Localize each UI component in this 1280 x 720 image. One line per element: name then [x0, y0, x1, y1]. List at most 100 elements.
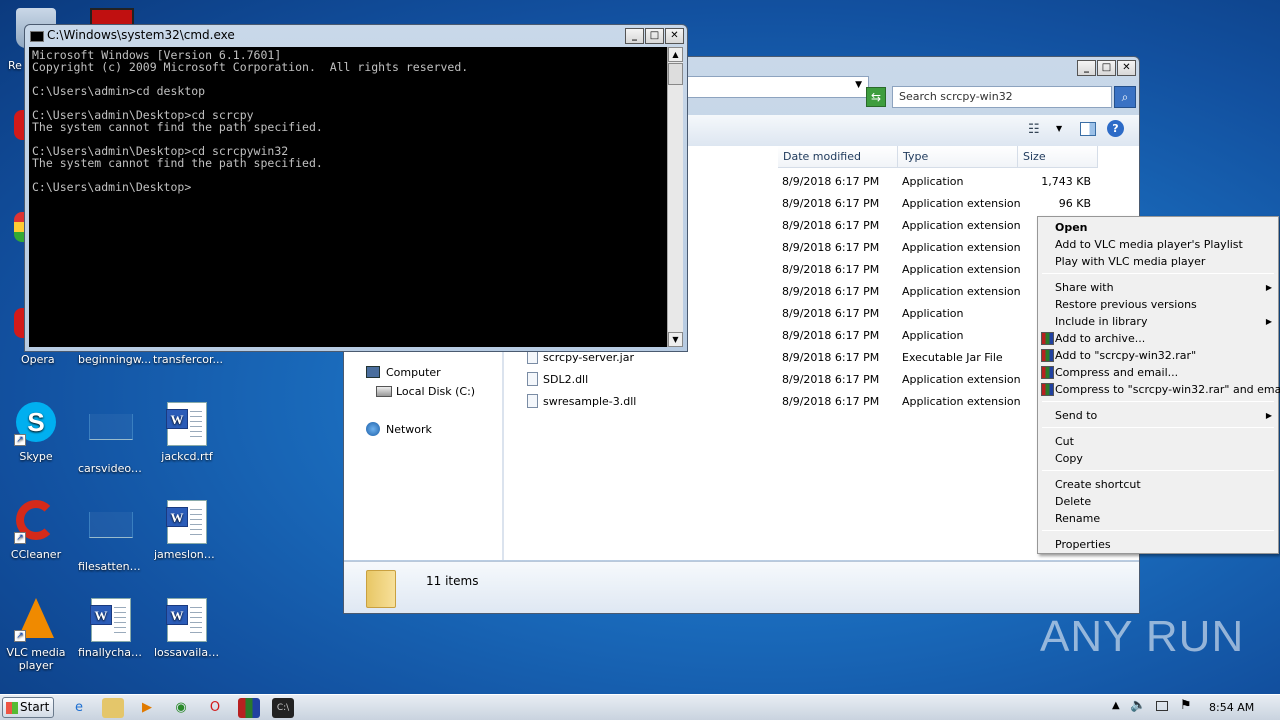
desktop-icon-ccleaner[interactable]: ↗ CCleaner — [3, 500, 69, 561]
chevron-down-icon[interactable]: ▼ — [1056, 124, 1062, 133]
menu-item-compress-email[interactable]: Compress and email... — [1055, 366, 1178, 379]
close-button[interactable]: ✕ — [665, 28, 684, 44]
table-row[interactable]: SDL2.dll 8/9/2018 6:17 PM Application exte… — [344, 369, 1139, 391]
cell-type: Application extension — [902, 395, 1021, 408]
desktop-icon-label: finallychang... — [78, 646, 144, 659]
menu-separator — [1042, 401, 1274, 402]
cell-type: Application — [902, 329, 964, 342]
column-header-date[interactable]: Date modified — [778, 146, 898, 168]
network-icon — [366, 422, 380, 436]
minimize-button[interactable]: _ — [1077, 60, 1096, 76]
image-file-icon — [89, 414, 133, 458]
desktop-icon-label: CCleaner — [10, 548, 62, 561]
cmd-taskbar-icon[interactable]: C:\ — [272, 698, 294, 718]
desktop-icon-label: jackcd.rtf — [161, 450, 213, 463]
desktop-label-transfer: transfercor... — [153, 353, 223, 366]
explorer-icon[interactable] — [102, 698, 124, 718]
cmd-scrollbar[interactable]: ▲ ▼ — [667, 47, 683, 347]
cmd-title: C:\Windows\system32\cmd.exe — [47, 28, 235, 42]
file-icon — [527, 350, 538, 364]
network-tray-icon[interactable] — [1156, 701, 1168, 711]
desktop-icon-vlc[interactable]: ↗ VLC media player — [3, 598, 69, 672]
view-options-icon[interactable]: ☷ — [1028, 122, 1040, 137]
ie-icon[interactable]: e — [68, 698, 90, 718]
cmd-line: The system cannot find the path specifie… — [32, 120, 323, 134]
desktop-icon-carsvideo[interactable]: carsvideo.png — [78, 402, 144, 475]
cmd-window: C:\Windows\system32\cmd.exe _ □ ✕ Micros… — [24, 24, 688, 352]
menu-item-copy[interactable]: Copy — [1055, 452, 1083, 465]
menu-item-vlc-playlist[interactable]: Add to VLC media player's Playlist — [1055, 238, 1243, 251]
cell-name: SDL2.dll — [543, 373, 589, 386]
cmd-line: The system cannot find the path specifie… — [32, 156, 323, 170]
scroll-up-arrow-icon[interactable]: ▲ — [668, 47, 683, 62]
cell-type: Application — [902, 307, 964, 320]
media-player-icon[interactable]: ▶ — [136, 698, 158, 718]
desktop-icon-lossavailabl[interactable]: W lossavailabl... — [154, 598, 220, 659]
menu-item-compress-rar-email[interactable]: Compress to "scrcpy-win32.rar" and email — [1055, 383, 1280, 396]
opera-icon[interactable]: O — [204, 698, 226, 718]
menu-item-open[interactable]: Open — [1055, 221, 1088, 234]
cell-type: Application extension — [902, 285, 1021, 298]
desktop-icon-jackcd[interactable]: W jackcd.rtf — [154, 402, 220, 463]
menu-item-cut[interactable]: Cut — [1055, 435, 1074, 448]
cmd-line: Copyright (c) 2009 Microsoft Corporation… — [32, 60, 469, 74]
cell-type: Executable Jar File — [902, 351, 1003, 364]
winrar-icon[interactable] — [238, 698, 260, 718]
desktop-icon-filesattenti[interactable]: filesattenti... — [78, 500, 144, 573]
cell-name: scrcpy-server.jar — [543, 351, 635, 364]
cmd-console-output[interactable]: Microsoft Windows [Version 6.1.7601] Copy… — [29, 47, 667, 347]
word-document-icon: W — [165, 402, 209, 446]
menu-item-send-to[interactable]: Send to — [1055, 409, 1097, 422]
submenu-arrow-icon: ▶ — [1265, 283, 1272, 292]
menu-item-add-rar[interactable]: Add to "scrcpy-win32.rar" — [1055, 349, 1196, 362]
menu-item-restore[interactable]: Restore previous versions — [1055, 298, 1197, 311]
close-button[interactable]: ✕ — [1117, 60, 1136, 76]
column-header-type[interactable]: Type — [898, 146, 1018, 168]
scroll-thumb[interactable] — [668, 63, 683, 85]
menu-item-vlc-play[interactable]: Play with VLC media player — [1055, 255, 1205, 268]
menu-item-include-library[interactable]: Include in library — [1055, 315, 1147, 328]
cell-date: 8/9/2018 6:17 PM — [782, 395, 880, 408]
speaker-icon[interactable]: 🔈 — [1130, 698, 1146, 713]
details-pane: 11 items — [344, 561, 1139, 613]
nav-item-network[interactable]: Network — [386, 423, 432, 436]
desktop-icon-finallychang[interactable]: W finallychang... — [78, 598, 144, 659]
menu-item-add-archive[interactable]: Add to archive... — [1055, 332, 1145, 345]
cell-date: 8/9/2018 6:17 PM — [782, 263, 880, 276]
anyrun-watermark: ANY RUN — [1040, 612, 1245, 661]
maximize-button[interactable]: □ — [645, 28, 664, 44]
desktop-icon-jameslonger[interactable]: W jameslonger... — [154, 500, 220, 561]
menu-item-delete[interactable]: Delete — [1055, 495, 1091, 508]
menu-item-share-with[interactable]: Share with — [1055, 281, 1114, 294]
search-icon[interactable]: ⌕ — [1114, 86, 1136, 108]
minimize-button[interactable]: _ — [625, 28, 644, 44]
tray-up-arrow-icon[interactable]: ▲ — [1112, 700, 1120, 711]
table-row[interactable]: swresample-3.dll 8/9/2018 6:17 PM Applicat… — [344, 391, 1139, 413]
cell-date: 8/9/2018 6:17 PM — [782, 373, 880, 386]
menu-item-create-shortcut[interactable]: Create shortcut — [1055, 478, 1141, 491]
column-header-size[interactable]: Size — [1018, 146, 1098, 168]
help-icon[interactable]: ? — [1107, 120, 1124, 137]
menu-item-rename[interactable]: Rename — [1055, 512, 1100, 525]
start-button[interactable]: Start — [2, 697, 54, 718]
chevron-down-icon[interactable]: ▼ — [855, 80, 862, 90]
preview-pane-icon[interactable] — [1080, 122, 1096, 136]
refresh-icon[interactable]: ⇆ — [866, 87, 886, 107]
desktop-icon-skype[interactable]: S ↗ Skype — [3, 402, 69, 463]
cmd-line: C:\Users\admin>cd desktop — [32, 84, 206, 98]
winrar-icon — [1041, 383, 1054, 396]
cmd-line: C:\Users\admin\Desktop> — [32, 180, 192, 194]
chrome-icon[interactable]: ◉ — [170, 698, 192, 718]
folder-icon — [366, 570, 396, 608]
maximize-button[interactable]: □ — [1097, 60, 1116, 76]
cell-date: 8/9/2018 6:17 PM — [782, 351, 880, 364]
flag-icon[interactable]: ⚑ — [1180, 698, 1192, 713]
cell-type: Application extension — [902, 263, 1021, 276]
menu-item-properties[interactable]: Properties — [1055, 538, 1111, 551]
ccleaner-icon: ↗ — [14, 500, 58, 544]
clock[interactable]: 8:54 AM — [1209, 701, 1254, 714]
skype-icon: S ↗ — [14, 402, 58, 446]
desktop-icon-label: Skype — [19, 450, 53, 463]
scroll-down-arrow-icon[interactable]: ▼ — [668, 332, 683, 347]
search-input[interactable]: Search scrcpy-win32 — [892, 86, 1112, 108]
